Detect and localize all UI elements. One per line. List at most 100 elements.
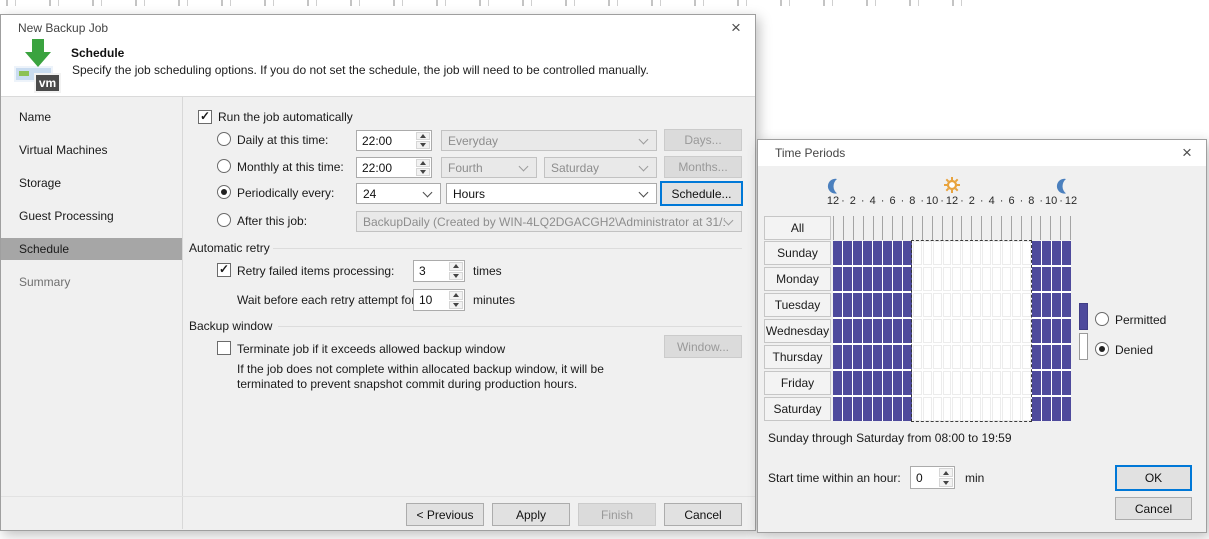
grid-cell-sunday-4[interactable]: [873, 241, 882, 265]
previous-button[interactable]: < Previous: [406, 503, 484, 526]
grid-cell-wednesday-22[interactable]: [1052, 319, 1061, 343]
grid-cell-wednesday-2[interactable]: [853, 319, 862, 343]
ok-button[interactable]: OK: [1115, 465, 1192, 491]
grid-cell-friday-7[interactable]: [903, 371, 912, 395]
grid-cell-sunday-3[interactable]: [863, 241, 872, 265]
grid-cell-sunday-0[interactable]: [833, 241, 842, 265]
grid-cell-saturday-9[interactable]: [923, 397, 932, 421]
wait-minutes-spinner[interactable]: 10: [413, 289, 465, 311]
row-label-monday[interactable]: Monday: [764, 267, 831, 291]
all-hour-cell[interactable]: [952, 216, 962, 240]
grid-cell-monday-19[interactable]: [1022, 267, 1031, 291]
grid-cell-wednesday-6[interactable]: [893, 319, 902, 343]
grid-cell-wednesday-18[interactable]: [1012, 319, 1021, 343]
grid-cell-monday-6[interactable]: [893, 267, 902, 291]
all-hour-cell[interactable]: [853, 216, 863, 240]
grid-cell-tuesday-6[interactable]: [893, 293, 902, 317]
sidebar-item-summary[interactable]: Summary: [1, 271, 182, 293]
grid-cell-thursday-23[interactable]: [1062, 345, 1071, 369]
all-hour-cell[interactable]: [961, 216, 971, 240]
grid-cell-friday-18[interactable]: [1012, 371, 1021, 395]
grid-cell-monday-14[interactable]: [972, 267, 981, 291]
grid-cell-friday-13[interactable]: [962, 371, 971, 395]
grid-cell-wednesday-19[interactable]: [1022, 319, 1031, 343]
row-label-saturday[interactable]: Saturday: [764, 397, 831, 421]
all-hour-cell[interactable]: [833, 216, 843, 240]
all-hour-cell[interactable]: [912, 216, 922, 240]
grid-cell-tuesday-3[interactable]: [863, 293, 872, 317]
grid-cell-sunday-11[interactable]: [943, 241, 952, 265]
grid-cell-monday-15[interactable]: [982, 267, 991, 291]
grid-cell-tuesday-22[interactable]: [1052, 293, 1061, 317]
all-hour-cell[interactable]: [1060, 216, 1071, 240]
grid-cell-wednesday-21[interactable]: [1042, 319, 1051, 343]
retry-count-spinner[interactable]: 3: [413, 260, 465, 282]
grid-cell-thursday-1[interactable]: [843, 345, 852, 369]
grid-cell-saturday-12[interactable]: [952, 397, 961, 421]
grid-cell-tuesday-14[interactable]: [972, 293, 981, 317]
grid-cell-sunday-1[interactable]: [843, 241, 852, 265]
periodically-unit-combobox[interactable]: Hours: [446, 183, 657, 204]
grid-cell-sunday-6[interactable]: [893, 241, 902, 265]
grid-cell-wednesday-23[interactable]: [1062, 319, 1071, 343]
grid-cell-friday-11[interactable]: [943, 371, 952, 395]
grid-cell-thursday-17[interactable]: [1002, 345, 1011, 369]
permitted-radio[interactable]: [1095, 312, 1109, 326]
grid-cell-sunday-12[interactable]: [952, 241, 961, 265]
all-hour-cell[interactable]: [1031, 216, 1041, 240]
sidebar-item-guest-processing[interactable]: Guest Processing: [1, 205, 182, 227]
grid-cell-monday-22[interactable]: [1052, 267, 1061, 291]
grid-cell-monday-16[interactable]: [992, 267, 1001, 291]
grid-cell-wednesday-16[interactable]: [992, 319, 1001, 343]
grid-cell-monday-9[interactable]: [923, 267, 932, 291]
grid-cell-wednesday-0[interactable]: [833, 319, 842, 343]
row-label-all[interactable]: All: [764, 216, 831, 240]
grid-cell-monday-17[interactable]: [1002, 267, 1011, 291]
grid-cell-friday-0[interactable]: [833, 371, 842, 395]
grid-cell-saturday-23[interactable]: [1062, 397, 1071, 421]
row-label-thursday[interactable]: Thursday: [764, 345, 831, 369]
grid-cell-sunday-17[interactable]: [1002, 241, 1011, 265]
grid-cell-wednesday-1[interactable]: [843, 319, 852, 343]
grid-cell-saturday-6[interactable]: [893, 397, 902, 421]
grid-cell-saturday-2[interactable]: [853, 397, 862, 421]
grid-cell-monday-11[interactable]: [943, 267, 952, 291]
row-label-tuesday[interactable]: Tuesday: [764, 293, 831, 317]
grid-cell-thursday-8[interactable]: [913, 345, 922, 369]
grid-cell-friday-12[interactable]: [952, 371, 961, 395]
all-hour-cell[interactable]: [991, 216, 1001, 240]
grid-cell-thursday-13[interactable]: [962, 345, 971, 369]
grid-cell-friday-14[interactable]: [972, 371, 981, 395]
monthly-week-combobox[interactable]: Fourth: [441, 157, 537, 178]
grid-cell-thursday-12[interactable]: [952, 345, 961, 369]
row-label-sunday[interactable]: Sunday: [764, 241, 831, 265]
grid-cell-sunday-22[interactable]: [1052, 241, 1061, 265]
grid-cell-tuesday-8[interactable]: [913, 293, 922, 317]
grid-cell-sunday-8[interactable]: [913, 241, 922, 265]
grid-cell-monday-0[interactable]: [833, 267, 842, 291]
tp-cancel-button[interactable]: Cancel: [1115, 497, 1192, 520]
grid-cell-monday-8[interactable]: [913, 267, 922, 291]
wait-minutes-spin-buttons[interactable]: [448, 290, 464, 310]
grid-cell-tuesday-13[interactable]: [962, 293, 971, 317]
grid-cell-monday-2[interactable]: [853, 267, 862, 291]
months-button[interactable]: Months...: [664, 156, 742, 178]
all-hour-cell[interactable]: [922, 216, 932, 240]
grid-cell-sunday-14[interactable]: [972, 241, 981, 265]
after-job-combobox[interactable]: BackupDaily (Created by WIN-4LQ2DGACGH2\…: [356, 211, 742, 232]
grid-cell-saturday-8[interactable]: [913, 397, 922, 421]
grid-cell-sunday-9[interactable]: [923, 241, 932, 265]
all-hour-cell[interactable]: [932, 216, 942, 240]
grid-cell-saturday-11[interactable]: [943, 397, 952, 421]
grid-cell-thursday-19[interactable]: [1022, 345, 1031, 369]
grid-cell-wednesday-20[interactable]: [1032, 319, 1041, 343]
grid-cell-monday-18[interactable]: [1012, 267, 1021, 291]
grid-cell-monday-3[interactable]: [863, 267, 872, 291]
grid-cell-friday-5[interactable]: [883, 371, 892, 395]
grid-cell-saturday-18[interactable]: [1012, 397, 1021, 421]
grid-cell-friday-8[interactable]: [913, 371, 922, 395]
grid-cell-thursday-5[interactable]: [883, 345, 892, 369]
grid-cell-thursday-11[interactable]: [943, 345, 952, 369]
all-hour-cell[interactable]: [882, 216, 892, 240]
daily-time-spinner[interactable]: 22:00: [356, 130, 432, 151]
